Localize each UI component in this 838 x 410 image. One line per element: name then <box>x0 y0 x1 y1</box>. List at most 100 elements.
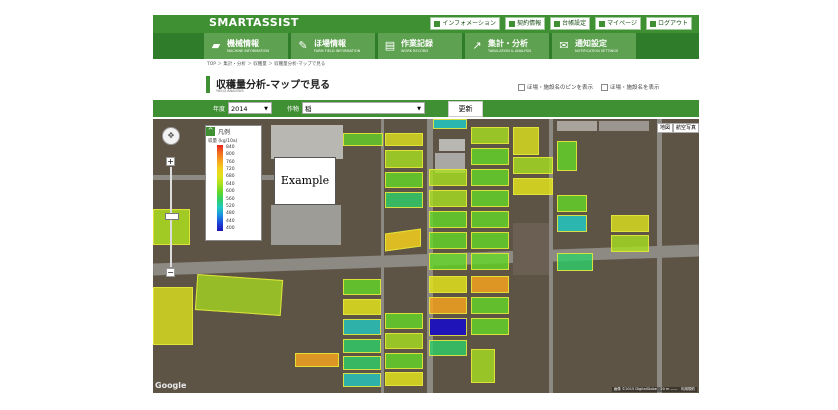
yield-field[interactable] <box>471 297 509 314</box>
nav-notification[interactable]: ✉ 通知設定 NOTIFICATION SETTINGS <box>552 33 637 59</box>
parking-lot <box>271 205 341 245</box>
yield-field[interactable] <box>471 349 495 383</box>
display-options: ほ場・施設名のピンを表示 ほ場・施設名を表示 <box>518 83 660 91</box>
yield-field[interactable] <box>471 318 509 335</box>
yield-field[interactable] <box>557 215 587 232</box>
yield-field[interactable] <box>295 353 339 367</box>
yield-field[interactable] <box>429 211 467 228</box>
show-pins-checkbox[interactable]: ほ場・施設名のピンを表示 <box>518 83 593 91</box>
nav-analysis[interactable]: ↗ 集計・分析 TABULATION & ANALYSIS <box>465 33 550 59</box>
yield-field[interactable] <box>385 333 423 349</box>
legend-color-scale <box>217 145 223 231</box>
nav-work-record[interactable]: ▤ 作業記録 WORK RECORD <box>378 33 463 59</box>
checkbox-box[interactable] <box>518 83 525 91</box>
map-type-map[interactable]: 地図 <box>656 123 673 133</box>
yield-field[interactable] <box>194 274 284 316</box>
map-road <box>657 119 662 393</box>
chevron-down-icon: ▼ <box>417 106 421 112</box>
yield-field[interactable] <box>611 235 649 252</box>
yield-field[interactable] <box>433 119 467 129</box>
logout-icon <box>649 20 656 27</box>
logo[interactable]: SMARTASSIST <box>209 16 299 29</box>
document-icon <box>509 20 516 27</box>
yield-field[interactable] <box>557 141 577 171</box>
collapse-caret-icon[interactable]: ^ <box>206 126 215 136</box>
logout-link[interactable]: ログアウト <box>645 17 692 30</box>
zoom-out-button[interactable]: − <box>166 268 175 277</box>
yield-field[interactable] <box>471 169 509 186</box>
yield-field[interactable] <box>471 211 509 228</box>
yield-field[interactable] <box>429 190 467 207</box>
yield-field[interactable] <box>385 133 423 146</box>
yield-field[interactable] <box>429 318 467 336</box>
yield-field[interactable] <box>513 157 553 174</box>
nav-field-info[interactable]: ✎ ほ場情報 FARM FIELD INFORMATION <box>291 33 376 59</box>
yield-map[interactable]: ✥ + − ^ 凡例 収量 (kg/10a) 840 800 760 720 680 64… <box>153 119 699 393</box>
yield-field[interactable] <box>385 313 423 329</box>
yield-field[interactable] <box>343 279 381 295</box>
update-button[interactable]: 更新 <box>448 101 483 117</box>
top-links: インフォメーション 契約情報 台帳設定 マイページ ログアウト <box>430 17 692 30</box>
yield-field[interactable] <box>343 299 381 315</box>
nav-machine-info[interactable]: ▰ 機械情報 MACHINE INFORMATION <box>204 33 289 59</box>
yield-field[interactable] <box>385 172 423 188</box>
map-type-satellite[interactable]: 航空写真 <box>672 123 699 133</box>
yield-field[interactable] <box>611 215 649 232</box>
legend-value: 480 <box>226 211 235 217</box>
yield-field[interactable] <box>429 253 467 270</box>
yield-field[interactable] <box>385 228 421 252</box>
main-nav: ▰ 機械情報 MACHINE INFORMATION ✎ ほ場情報 FARM FIE… <box>153 33 699 59</box>
contract-link[interactable]: 契約情報 <box>505 17 546 30</box>
zoom-slider-handle[interactable] <box>165 213 179 220</box>
example-label: Example <box>274 157 336 205</box>
yield-field[interactable] <box>471 276 509 293</box>
yield-field[interactable] <box>429 297 467 314</box>
mypage-link[interactable]: マイページ <box>595 17 641 30</box>
legend-value: 840 <box>226 145 235 150</box>
ledger-settings-link[interactable]: 台帳設定 <box>550 17 591 30</box>
yield-field[interactable] <box>343 319 381 335</box>
info-link[interactable]: インフォメーション <box>430 17 501 30</box>
breadcrumb[interactable]: TOP ＞ 集計・分析 ＞ 収穫量 ＞ 収穫量分析-マップで見る <box>207 61 325 67</box>
legend-values: 840 800 760 720 680 640 600 560 520 480 440 400 <box>226 145 235 231</box>
app-window: SMARTASSIST インフォメーション 契約情報 台帳設定 マイページ ログ… <box>153 15 699 393</box>
info-icon <box>434 20 441 27</box>
yield-field[interactable] <box>471 253 509 270</box>
yield-field[interactable] <box>385 353 423 369</box>
crop-select[interactable]: 稲 ▼ <box>302 102 425 114</box>
yield-field[interactable] <box>385 150 423 168</box>
building <box>557 121 597 131</box>
yield-field[interactable] <box>471 148 509 165</box>
legend-value: 800 <box>226 152 235 158</box>
yield-field[interactable] <box>513 127 539 155</box>
show-names-checkbox[interactable]: ほ場・施設名を表示 <box>601 83 660 91</box>
yield-field[interactable] <box>557 195 587 212</box>
zoom-in-button[interactable]: + <box>166 157 175 166</box>
pan-control-icon[interactable]: ✥ <box>162 127 180 145</box>
yield-field[interactable] <box>557 253 593 271</box>
yield-field[interactable] <box>471 232 509 249</box>
title-accent <box>206 76 210 93</box>
yield-field[interactable] <box>343 133 383 146</box>
yield-field[interactable] <box>471 127 509 144</box>
yield-field[interactable] <box>429 276 467 293</box>
checkbox-box[interactable] <box>601 83 609 91</box>
legend-value: 640 <box>226 181 235 187</box>
yield-field[interactable] <box>513 178 553 195</box>
google-logo: Google <box>155 381 187 390</box>
legend-value: 600 <box>226 189 235 195</box>
yield-field[interactable] <box>429 169 467 186</box>
bell-icon: ✉ <box>559 39 569 52</box>
yield-field[interactable] <box>429 232 467 249</box>
chevron-down-icon: ▼ <box>264 106 268 112</box>
legend-value: 680 <box>226 174 235 180</box>
yield-field[interactable] <box>471 190 509 207</box>
yield-field[interactable] <box>153 287 193 345</box>
yield-field[interactable] <box>385 192 423 208</box>
yield-field[interactable] <box>429 340 467 356</box>
yield-field[interactable] <box>343 373 381 387</box>
yield-field[interactable] <box>343 339 381 353</box>
yield-field[interactable] <box>385 372 423 386</box>
year-select[interactable]: 2014 ▼ <box>228 102 272 114</box>
yield-field[interactable] <box>343 356 381 370</box>
